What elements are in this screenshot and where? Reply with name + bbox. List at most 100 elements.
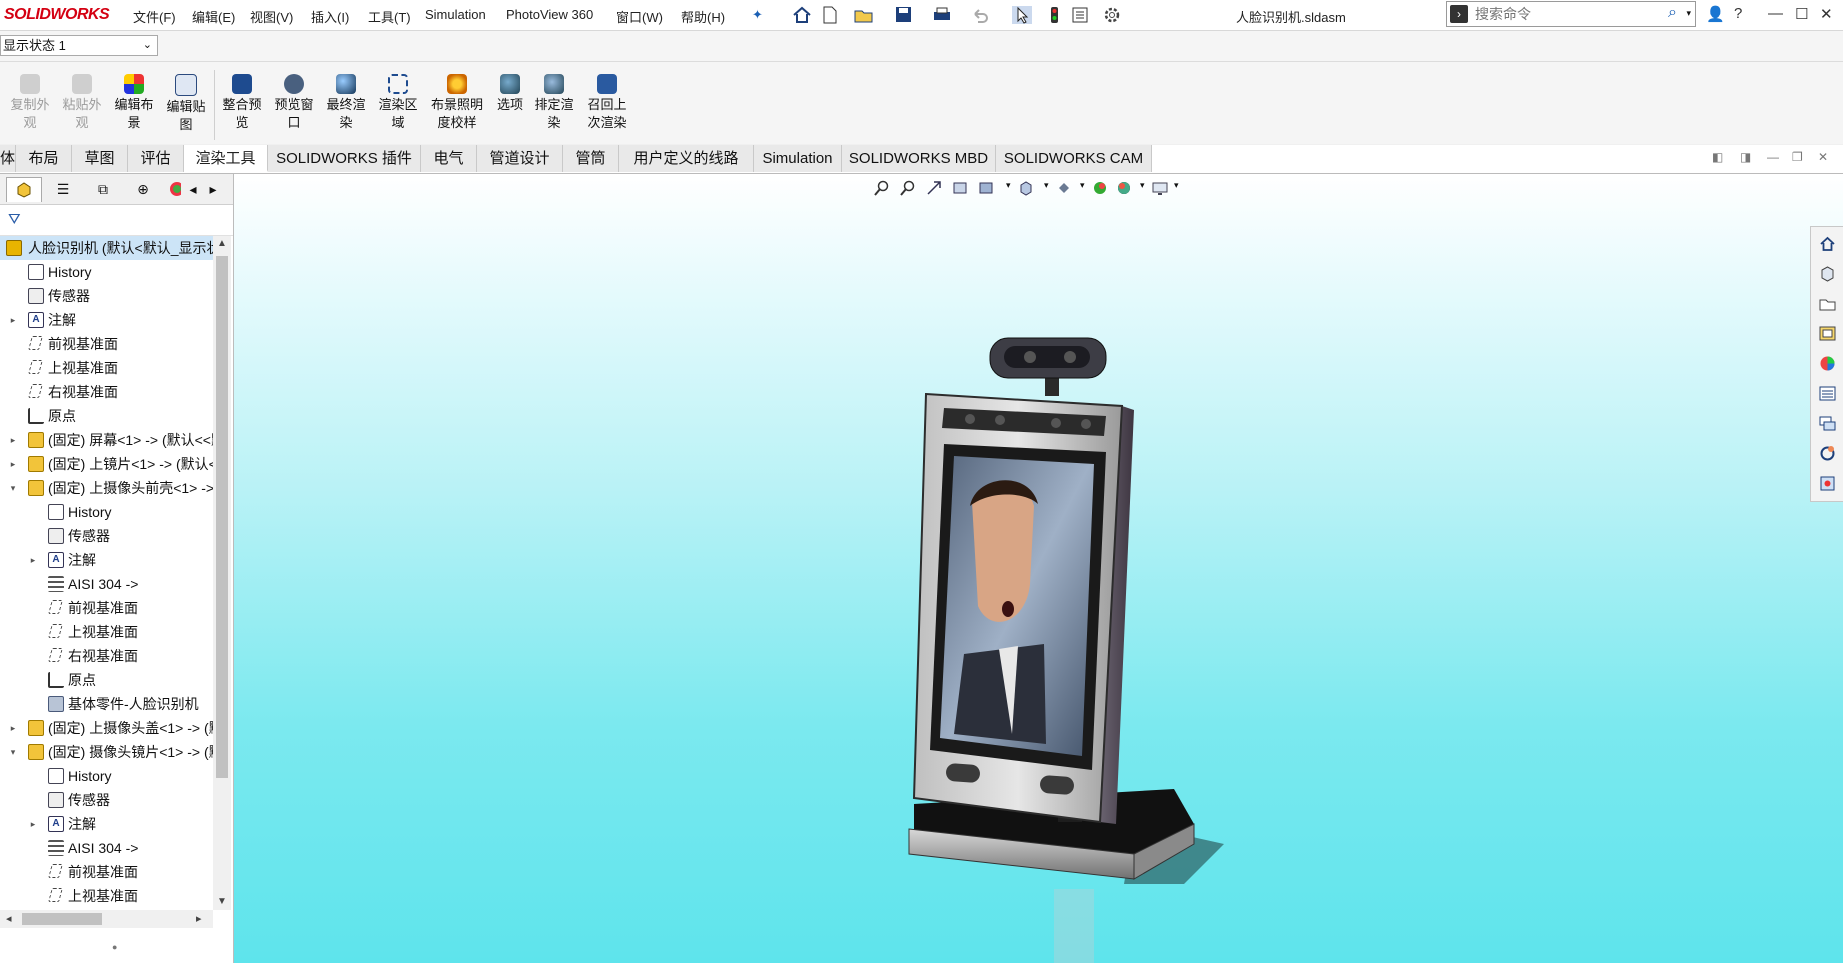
tree-item[interactable]: 上视基准面 (0, 884, 213, 908)
expand-toggle-icon[interactable]: ▸ (8, 428, 18, 452)
appearances-scenes-icon[interactable] (1819, 355, 1836, 372)
tab-evaluate[interactable]: 评估 (128, 145, 184, 172)
tree-item[interactable]: 传感器 (0, 788, 213, 812)
tab-render-tools[interactable]: 渲染工具 (184, 145, 268, 172)
tree-item[interactable]: ▸ A 注解 (0, 308, 213, 332)
tree-vertical-scrollbar[interactable]: ▲ ▼ (213, 236, 231, 910)
scroll-up-icon[interactable]: ▲ (217, 238, 227, 249)
menu-photoview[interactable]: PhotoView 360 (506, 7, 593, 22)
edit-scene-button[interactable]: 编辑布 景 (110, 74, 158, 132)
tree-item[interactable]: 传感器 (0, 524, 213, 548)
search-input[interactable] (1473, 5, 1657, 23)
tree-item[interactable]: ▸ A 注解 (0, 548, 213, 572)
menu-edit[interactable]: 编辑(E) (192, 7, 235, 26)
zoom-to-area-icon[interactable] (900, 180, 916, 196)
view-settings-icon[interactable] (1152, 180, 1168, 196)
tree-item[interactable]: ▸ (固定) 上摄像头盖<1> -> (默认<<默认>_显示状态 1>) (0, 716, 213, 740)
expand-toggle-icon[interactable]: ▸ (28, 548, 38, 572)
menu-view[interactable]: 视图(V) (250, 7, 293, 26)
new-document-icon[interactable] (820, 6, 840, 24)
tree-item[interactable]: ▸ (固定) 屏幕<1> -> (默认<<默认>_显示状态 1>) (0, 428, 213, 452)
face-recognition-terminal-model[interactable] (794, 324, 1314, 963)
tab-user-defined-routing[interactable]: 用户定义的线路 (619, 145, 754, 172)
feature-tree-tab-icon[interactable] (6, 177, 42, 202)
tree-item[interactable]: 上视基准面 (0, 356, 213, 380)
menu-help[interactable]: 帮助(H) (681, 7, 725, 26)
render-region-button[interactable]: 渲染区 域 (374, 74, 422, 132)
menu-insert[interactable]: 插入(I) (311, 7, 349, 26)
tree-item[interactable]: 前视基准面 (0, 860, 213, 884)
custom-properties-icon[interactable] (1819, 385, 1836, 402)
search-box[interactable]: › ⌕ ▾ (1446, 1, 1696, 27)
recorder-icon[interactable] (1819, 475, 1836, 492)
viewport-close-icon[interactable]: ✕ (1818, 150, 1828, 164)
tree-item[interactable]: History (0, 764, 213, 788)
viewport-tile-left-icon[interactable]: ◧ (1712, 150, 1723, 164)
menu-simulation[interactable]: Simulation (425, 7, 486, 22)
preview-window-button[interactable]: 预览窗 口 (270, 74, 318, 132)
search-icon[interactable]: ⌕ (1668, 4, 1677, 22)
tab-layout[interactable]: 布局 (16, 145, 72, 172)
tree-item[interactable]: 上视基准面 (0, 620, 213, 644)
tab-scroll-right-icon[interactable]: ▸ (206, 177, 220, 201)
3dexperience-icon[interactable] (1819, 445, 1836, 462)
scroll-right-icon[interactable]: ▸ (196, 912, 202, 925)
section-view-icon[interactable] (952, 180, 968, 196)
pin-icon[interactable]: ✦ (752, 7, 763, 23)
viewport-restore-icon[interactable]: ❐ (1792, 150, 1803, 164)
configuration-manager-tab-icon[interactable]: ⧉ (86, 177, 120, 201)
expand-toggle-icon[interactable]: ▸ (8, 308, 18, 332)
menu-window[interactable]: 窗口(W) (616, 7, 663, 26)
tab-tubing[interactable]: 管筒 (563, 145, 619, 172)
expand-toggle-icon[interactable]: ▾ (8, 476, 18, 500)
select-pointer-icon[interactable] (1012, 6, 1032, 24)
tree-item[interactable]: 原点 (0, 668, 213, 692)
tree-item[interactable]: 传感器 (0, 284, 213, 308)
forum-icon[interactable] (1819, 415, 1836, 432)
tree-item[interactable]: 前视基准面 (0, 596, 213, 620)
scrollbar-thumb[interactable] (22, 913, 102, 925)
expand-toggle-icon[interactable]: ▾ (8, 740, 18, 764)
dimxpert-tab-icon[interactable]: ⊕ (126, 177, 160, 201)
tab-body[interactable]: 体 (0, 145, 16, 172)
undo-icon[interactable] (970, 6, 990, 24)
display-style-icon[interactable] (1056, 180, 1072, 196)
design-library-icon[interactable] (1819, 265, 1836, 282)
expand-toggle-icon[interactable]: ▸ (8, 716, 18, 740)
tab-scroll-left-icon[interactable]: ◂ (186, 177, 200, 201)
zoom-to-fit-icon[interactable] (874, 180, 890, 196)
scene-illumination-button[interactable]: 布景照明 度校样 (426, 74, 488, 132)
chevron-down-icon[interactable]: ▾ (1174, 180, 1190, 196)
tree-item[interactable]: ▸ A 注解 (0, 812, 213, 836)
tree-item[interactable]: 右视基准面 (0, 644, 213, 668)
edit-decal-button[interactable]: 编辑贴 图 (162, 74, 210, 134)
tree-item[interactable]: ▾ (固定) 摄像头镜片<1> -> (默认<<默认>_显示状态 1>) (0, 740, 213, 764)
open-icon[interactable] (854, 6, 874, 24)
menu-tools[interactable]: 工具(T) (368, 7, 411, 26)
dynamic-annotation-view-icon[interactable] (978, 180, 994, 196)
tree-item[interactable]: 基体零件-人脸识别机 (0, 692, 213, 716)
tree-item[interactable]: AISI 304 -> (0, 572, 213, 596)
previous-view-icon[interactable] (926, 180, 942, 196)
recall-render-button[interactable]: 召回上 次渲染 (582, 74, 632, 132)
copy-appearance-button[interactable]: 复制外 观 (6, 74, 54, 132)
view-orientation-icon[interactable] (1018, 180, 1034, 196)
solidworks-resources-icon[interactable] (1819, 235, 1836, 252)
filter-icon[interactable]: ⛛ (8, 211, 21, 228)
file-explorer-icon[interactable] (1819, 295, 1836, 312)
tab-solidworks-cam[interactable]: SOLIDWORKS CAM (996, 145, 1152, 172)
panel-resize-handle[interactable]: ● (112, 942, 117, 952)
viewport-minimize-icon[interactable]: — (1767, 150, 1779, 164)
tree-horizontal-scrollbar[interactable]: ◂ ▸ (0, 910, 213, 928)
tree-item[interactable]: History (0, 500, 213, 524)
view-palette-icon[interactable] (1819, 325, 1836, 342)
tree-item[interactable]: 前视基准面 (0, 332, 213, 356)
hide-show-items-icon[interactable] (1092, 180, 1108, 196)
tab-simulation[interactable]: Simulation (754, 145, 842, 172)
rebuild-icon[interactable] (1044, 6, 1064, 24)
maximize-icon[interactable]: ☐ (1795, 5, 1808, 23)
tab-electrical[interactable]: 电气 (421, 145, 477, 172)
chevron-down-icon[interactable]: ▾ (1686, 8, 1691, 19)
tree-root-assembly[interactable]: 人脸识别机 (默认<默认_显示状态-1>) (0, 236, 213, 260)
minimize-icon[interactable]: — (1768, 5, 1783, 22)
